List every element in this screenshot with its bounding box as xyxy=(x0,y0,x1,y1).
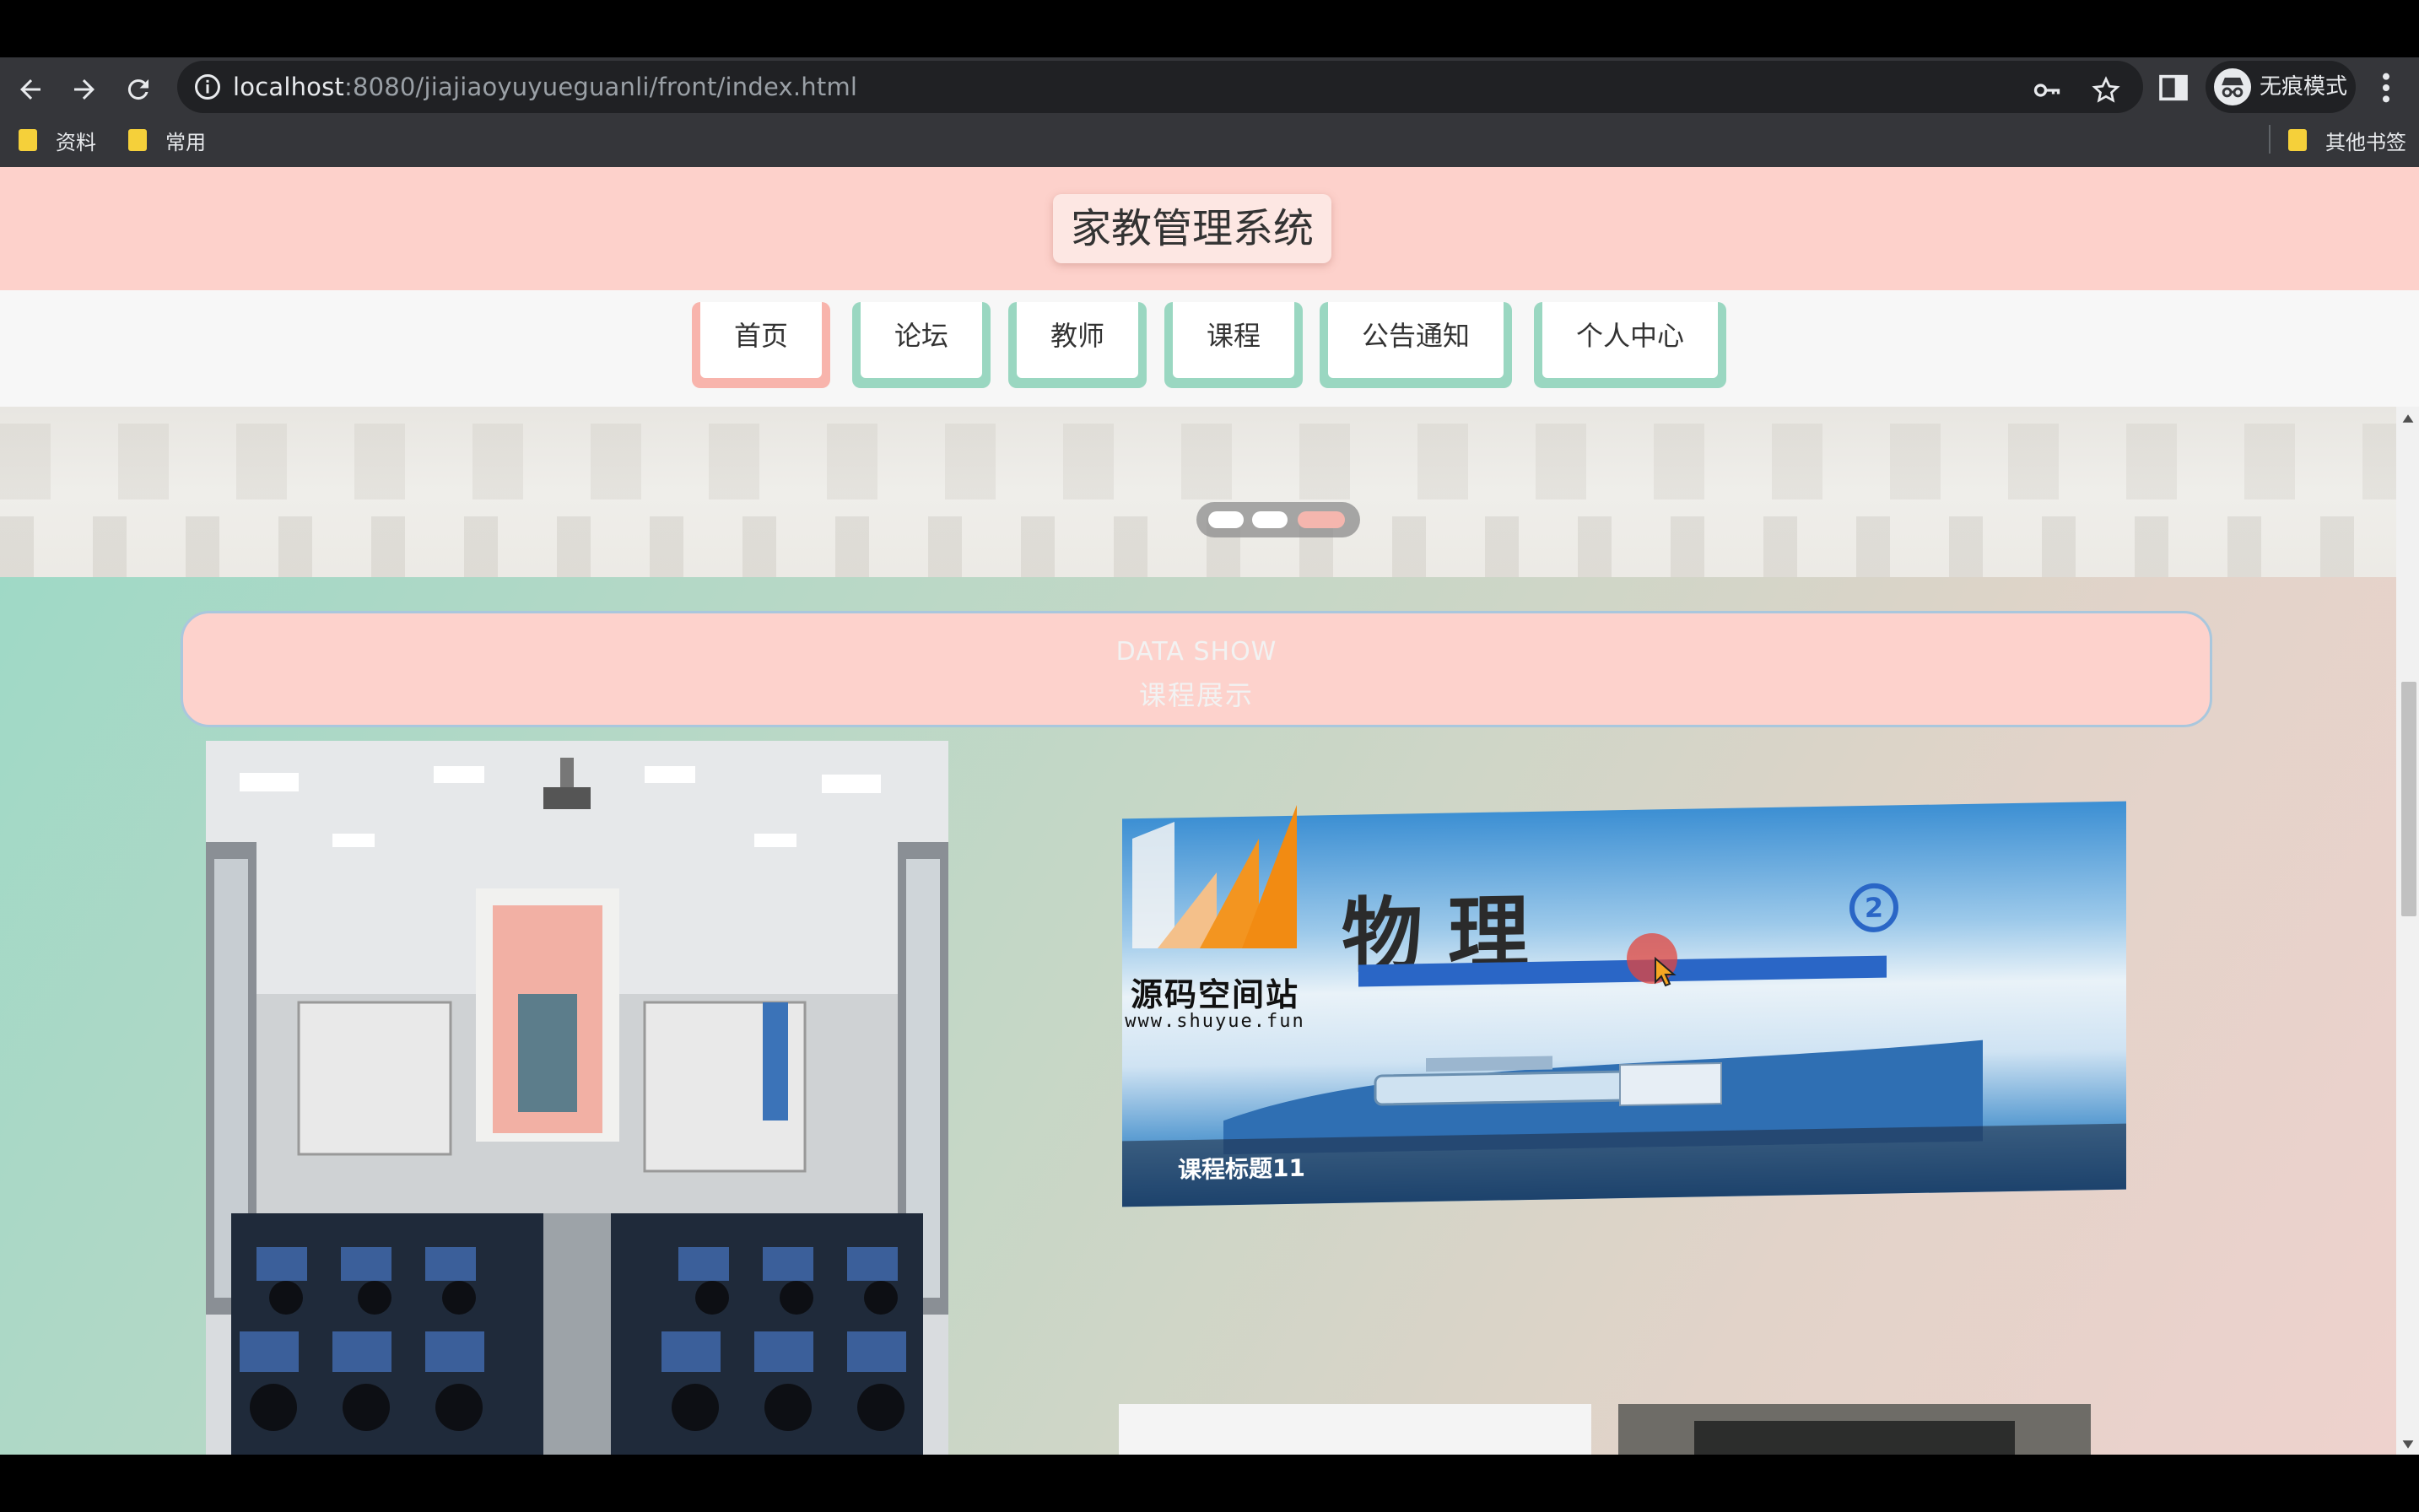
other-bookmarks-label: 其他书签 xyxy=(2325,130,2406,154)
folder-icon xyxy=(2288,129,2307,151)
nav-item-label: 论坛 xyxy=(861,302,982,378)
nav-item-courses[interactable]: 课程 xyxy=(1164,302,1303,388)
bottom-letterbox xyxy=(0,1455,2419,1512)
side-panel-icon[interactable] xyxy=(2157,71,2190,105)
course-card-caption: 课程标题11 xyxy=(1178,1153,1305,1185)
star-icon[interactable] xyxy=(2091,75,2121,105)
site-header: 家教管理系统 xyxy=(0,167,2419,290)
folder-icon xyxy=(19,129,37,151)
top-letterbox xyxy=(0,0,2419,57)
scroll-up-arrow-icon[interactable] xyxy=(2401,412,2415,425)
site-title: 家教管理系统 xyxy=(1053,194,1331,263)
nav-item-label: 教师 xyxy=(1017,302,1138,378)
nav-item-forum[interactable]: 论坛 xyxy=(852,302,991,388)
nav-item-personal-center[interactable]: 个人中心 xyxy=(1534,302,1726,388)
bookmark-label: 资料 xyxy=(56,130,96,154)
other-bookmarks[interactable]: 其他书签 xyxy=(2288,123,2406,157)
nav-item-teachers[interactable]: 教师 xyxy=(1008,302,1147,388)
url-path: :8080/jiajiaoyuyueguanli/front/index.htm… xyxy=(343,73,858,101)
more-menu-icon[interactable] xyxy=(2376,71,2396,105)
arrow-right-icon xyxy=(74,79,94,100)
url-host: localhost xyxy=(233,73,344,101)
book-volume-badge: 2 xyxy=(1849,883,1898,933)
nav-item-announcements[interactable]: 公告通知 xyxy=(1320,302,1512,388)
course-card-math-sketch[interactable] xyxy=(1119,1404,1591,1455)
bookmark-folder-ziliao[interactable]: 资料 xyxy=(19,123,96,157)
incognito-badge[interactable]: 无痕模式 xyxy=(2206,61,2356,113)
page-viewport: 家教管理系统 首页 论坛 教师 课程 公告通知 个人中心 DATA SHOW 课… xyxy=(0,167,2419,1455)
classroom-photo xyxy=(206,741,948,1455)
key-icon[interactable] xyxy=(2032,75,2062,105)
nav-item-label: 个人中心 xyxy=(1542,302,1718,378)
watermark-url: www.shuyue.fun xyxy=(1125,1011,1305,1032)
forward-button[interactable] xyxy=(61,66,108,113)
url-text[interactable]: localhost:8080/jiajiaoyuyueguanli/front/… xyxy=(233,70,857,104)
nav-item-label: 首页 xyxy=(700,302,822,378)
nav-item-home[interactable]: 首页 xyxy=(692,302,830,388)
incognito-icon xyxy=(2214,68,2251,105)
scrollbar-track[interactable] xyxy=(2396,407,2419,1455)
mouse-cursor-icon xyxy=(1627,933,1677,987)
course-card-math-book[interactable] xyxy=(1618,1404,2091,1455)
section-title-en: DATA SHOW xyxy=(1115,637,1277,667)
bookmark-folder-changyong[interactable]: 常用 xyxy=(128,123,206,157)
info-icon[interactable] xyxy=(192,72,223,102)
watermark-logo xyxy=(1132,805,1297,948)
carousel-dot[interactable] xyxy=(1208,511,1244,528)
section-title-box: DATA SHOW 课程展示 xyxy=(181,611,2212,727)
reload-icon xyxy=(127,79,148,100)
banner-image-texture xyxy=(0,424,2396,500)
main-nav: 首页 论坛 教师 课程 公告通知 个人中心 xyxy=(0,290,2419,407)
bookmark-label: 常用 xyxy=(165,130,206,154)
browser-toolbar: localhost:8080/jiajiaoyuyueguanli/front/… xyxy=(0,57,2419,167)
incognito-label: 无痕模式 xyxy=(2260,74,2348,100)
scrollbar-thumb[interactable] xyxy=(2401,682,2416,916)
carousel-dot[interactable] xyxy=(1252,511,1288,528)
math-sketch-image xyxy=(1119,1404,1591,1455)
address-bar[interactable]: localhost:8080/jiajiaoyuyueguanli/front/… xyxy=(177,61,2143,113)
folder-icon xyxy=(128,129,147,151)
carousel-dot-active[interactable] xyxy=(1298,511,1345,528)
carousel-indicators xyxy=(1196,502,1360,537)
course-photo-classroom[interactable] xyxy=(206,741,948,1455)
section-title-cn: 课程展示 xyxy=(1138,679,1254,711)
arrow-left-icon xyxy=(20,79,40,100)
reload-button[interactable] xyxy=(115,66,162,113)
back-button[interactable] xyxy=(7,66,54,113)
bookmark-divider xyxy=(2269,125,2271,154)
watermark-name: 源码空间站 xyxy=(1130,976,1299,1013)
nav-item-label: 课程 xyxy=(1173,302,1294,378)
nav-item-label: 公告通知 xyxy=(1328,302,1504,378)
math-book-image xyxy=(1618,1404,2091,1455)
watermark: 源码空间站 www.shuyue.fun xyxy=(1114,805,1308,1050)
banner-carousel[interactable] xyxy=(0,407,2396,577)
scroll-down-arrow-icon[interactable] xyxy=(2401,1438,2415,1451)
